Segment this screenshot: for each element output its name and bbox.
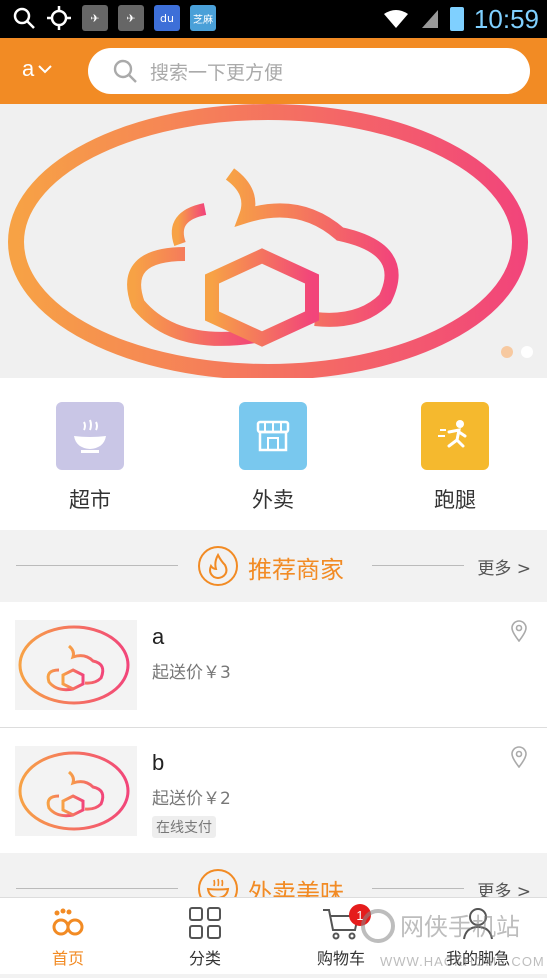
category-label: 外卖	[252, 488, 294, 512]
section-header-recommended: 推荐商家 更多 >	[0, 530, 547, 602]
signal-icon	[421, 10, 438, 28]
chevron-down-icon	[38, 65, 52, 74]
carousel-dot[interactable]	[501, 346, 513, 358]
tab-label: 分类	[188, 949, 221, 968]
tab-label: 首页	[51, 949, 84, 968]
divider-line	[16, 888, 178, 889]
tab-home[interactable]: 首页	[13, 904, 123, 969]
runner-icon	[421, 402, 489, 470]
flame-logo-image	[8, 104, 528, 378]
status-icons-left: ✈ ✈ du 芝麻	[12, 5, 216, 31]
search-placeholder: 搜索一下更方便	[150, 61, 284, 84]
zhima-icon: 芝麻	[190, 5, 216, 31]
grid-icon	[150, 904, 260, 942]
location-pin-icon[interactable]	[511, 746, 527, 768]
more-link[interactable]: 更多 >	[477, 554, 531, 579]
search-icon	[113, 59, 137, 83]
home-icon	[13, 904, 123, 942]
cart-icon	[286, 904, 396, 942]
shop-logo	[15, 746, 137, 836]
bottom-tab-bar: 首页 分类 1 购物车 我的脚急	[0, 897, 547, 974]
category-label: 超市	[69, 488, 111, 512]
category-supermarket[interactable]: 超市	[35, 402, 145, 514]
divider-line	[372, 565, 464, 566]
carousel-dot[interactable]	[521, 346, 533, 358]
shop-card[interactable]: a 起送价￥3	[0, 602, 547, 727]
category-takeout[interactable]: 外卖	[218, 402, 328, 514]
shop-logo	[15, 620, 137, 710]
location-pin-icon[interactable]	[511, 620, 527, 642]
carousel-indicator	[501, 346, 533, 358]
shop-name: b	[152, 750, 165, 775]
shop-name: a	[152, 624, 165, 649]
city-label: a	[22, 56, 35, 81]
baidu-icon: du	[154, 5, 180, 31]
payment-tag: 在线支付	[152, 816, 216, 838]
notification-icon: ✈	[82, 5, 108, 31]
fire-icon	[198, 546, 238, 586]
cart-badge: 1	[349, 904, 371, 926]
bowl-icon	[56, 402, 124, 470]
banner-carousel[interactable]	[0, 104, 547, 378]
store-icon	[239, 402, 307, 470]
tab-label: 购物车	[316, 949, 365, 968]
status-bar: ✈ ✈ du 芝麻 10:59	[0, 0, 547, 38]
search-input[interactable]: 搜索一下更方便	[88, 48, 530, 94]
app-header: a 搜索一下更方便	[0, 38, 547, 104]
status-icons-right: 10:59	[382, 0, 539, 38]
shop-min-price: 起送价￥3	[152, 663, 231, 683]
category-grid: 超市 外卖 跑腿	[0, 378, 547, 530]
section-title: 推荐商家	[248, 556, 344, 584]
tab-label: 我的脚急	[445, 949, 510, 968]
tab-profile[interactable]: 我的脚急	[423, 904, 533, 969]
city-selector[interactable]: a	[22, 56, 52, 82]
divider-line	[16, 565, 178, 566]
tab-category[interactable]: 分类	[150, 904, 260, 969]
clock: 10:59	[473, 3, 539, 34]
wifi-icon	[383, 10, 408, 28]
notification-icon: ✈	[118, 5, 144, 31]
category-errand[interactable]: 跑腿	[400, 402, 510, 514]
category-label: 跑腿	[434, 488, 476, 512]
tab-cart[interactable]: 1 购物车	[286, 904, 396, 969]
user-icon	[423, 904, 533, 942]
divider-line	[372, 888, 464, 889]
battery-icon	[449, 7, 464, 31]
shop-card[interactable]: b 起送价￥2 在线支付	[0, 728, 547, 853]
shop-min-price: 起送价￥2	[152, 789, 231, 809]
gps-icon	[47, 6, 71, 30]
search-icon	[13, 7, 35, 29]
